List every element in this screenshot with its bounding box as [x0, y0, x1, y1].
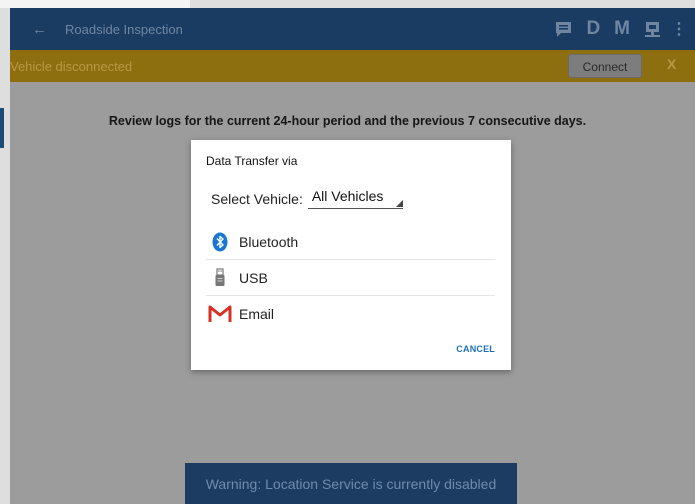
message-button[interactable]: M — [614, 18, 630, 40]
usb-icon — [206, 267, 234, 288]
cancel-button[interactable]: CANCEL — [456, 344, 495, 354]
top-app-bar: ← Roadside Inspection D M ⋮ — [10, 8, 695, 50]
bluetooth-icon — [206, 232, 234, 252]
select-vehicle-label: Select Vehicle: — [211, 190, 303, 207]
dialog-title: Data Transfer via — [206, 154, 298, 168]
connect-button[interactable]: Connect — [568, 54, 642, 78]
vehicle-select[interactable]: All Vehicles — [307, 188, 404, 209]
option-label: Bluetooth — [239, 233, 299, 250]
option-email[interactable]: Email — [206, 296, 495, 331]
option-label: Email — [239, 305, 275, 322]
data-transfer-dialog: Data Transfer via Select Vehicle: All Ve… — [191, 140, 511, 370]
gmail-icon — [206, 305, 234, 323]
page-title: Roadside Inspection — [65, 21, 183, 37]
notice-text: Vehicle disconnected — [10, 58, 133, 74]
toolbar-actions: D M ⋮ — [541, 18, 687, 40]
connection-notice: Vehicle disconnected Connect X — [10, 50, 695, 82]
tab-remnant — [0, 0, 190, 8]
select-vehicle-row: Select Vehicle: All Vehicles — [211, 188, 404, 209]
location-warning-banner: Warning: Location Service is currently d… — [185, 463, 517, 504]
close-notice-button[interactable]: X — [667, 56, 676, 72]
review-logs-text: Review logs for the current 24-hour peri… — [108, 114, 587, 128]
logs-icon[interactable] — [555, 21, 572, 38]
option-usb[interactable]: USB — [206, 260, 495, 296]
option-bluetooth[interactable]: Bluetooth — [206, 224, 495, 260]
driver-status-button[interactable]: D — [586, 18, 600, 40]
back-arrow-icon[interactable]: ← — [32, 21, 48, 38]
device-icon[interactable] — [644, 21, 661, 38]
option-label: USB — [239, 269, 268, 286]
vehicle-select-value: All Vehicles — [311, 188, 384, 204]
dropdown-caret-icon — [396, 200, 404, 207]
overflow-menu-icon[interactable]: ⋮ — [671, 19, 687, 39]
